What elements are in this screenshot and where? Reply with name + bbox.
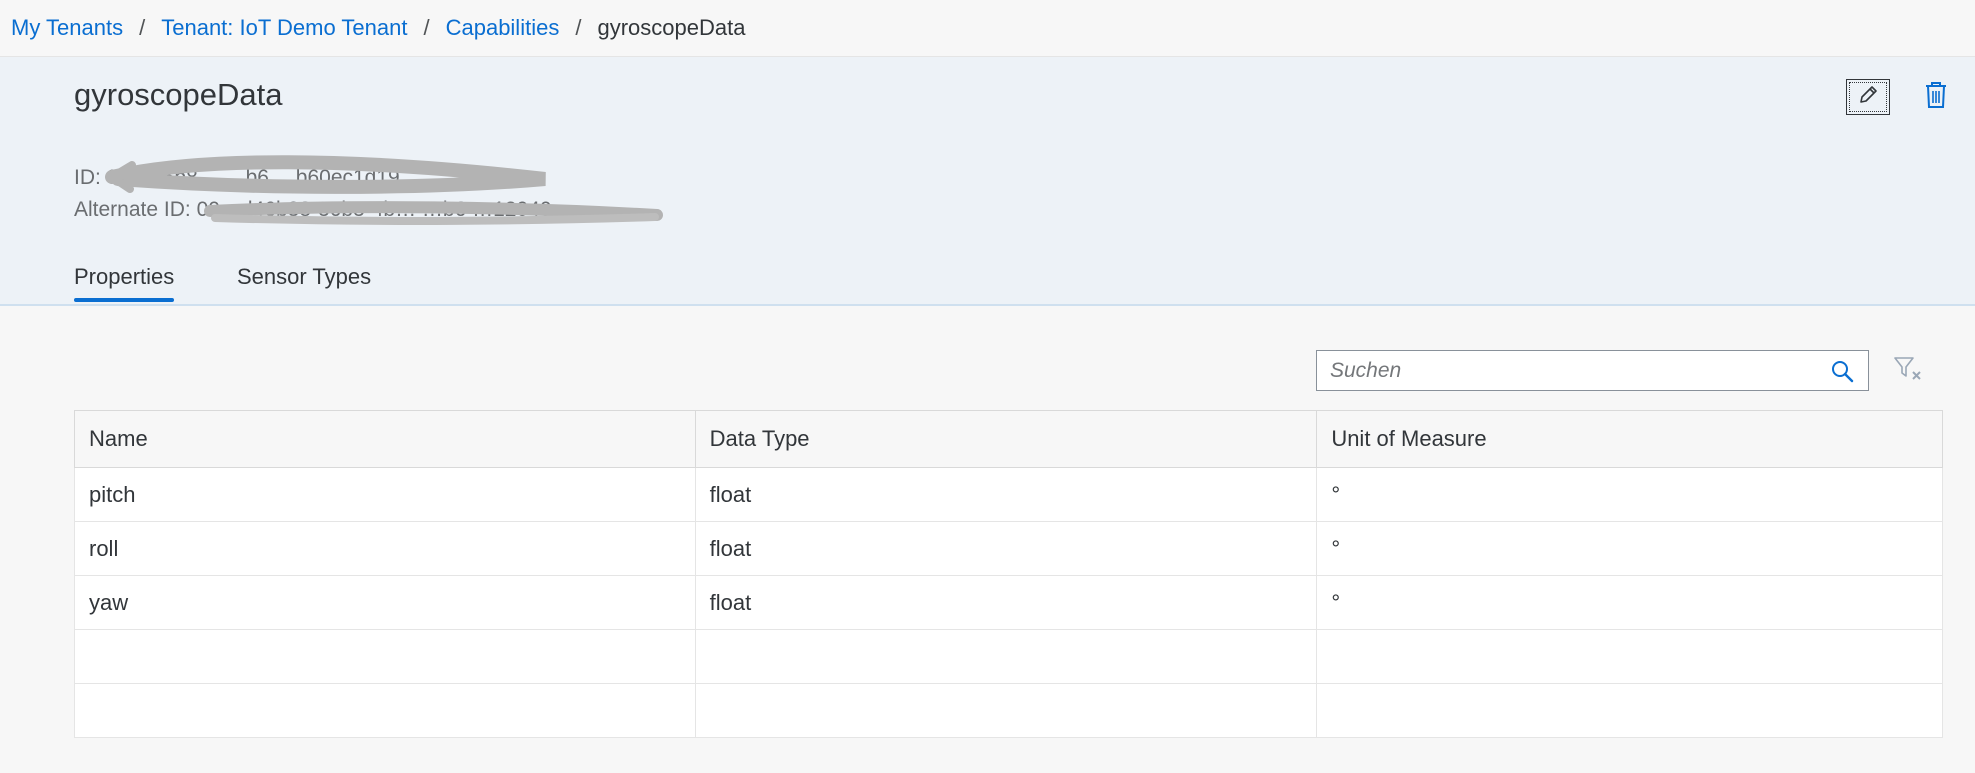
column-header-unit-of-measure[interactable]: Unit of Measure	[1316, 410, 1943, 468]
empty-cell	[1316, 683, 1943, 738]
cell-unit: °	[1316, 521, 1943, 576]
object-header: gyroscopeData ID: 0…d46b8… …b6 …b60ec1d1…	[0, 57, 1975, 306]
breadcrumb-my-tenants[interactable]: My Tenants	[11, 15, 123, 41]
breadcrumb-current: gyroscopeData	[597, 15, 746, 40]
empty-cell	[694, 629, 1318, 684]
empty-cell	[1316, 629, 1943, 684]
cell-name: pitch	[74, 467, 696, 522]
table-row[interactable]: yaw float °	[74, 575, 1943, 630]
breadcrumb-capabilities[interactable]: Capabilities	[446, 15, 560, 41]
id-field: ID: 0…d46b8… …b6 …b60ec1d19…	[74, 166, 421, 190]
table-row[interactable]: roll float °	[74, 521, 1943, 576]
cell-unit: °	[1316, 467, 1943, 522]
empty-cell	[74, 629, 696, 684]
cell-unit: °	[1316, 575, 1943, 630]
table-row[interactable]: pitch float °	[74, 467, 1943, 522]
id-value: 0…d46b8… …b6 …b60ec1d19…	[106, 166, 421, 189]
page-title: gyroscopeData	[74, 77, 283, 112]
empty-table-row	[74, 683, 1943, 738]
empty-table-row	[74, 629, 1943, 684]
clear-filter-icon	[1893, 355, 1923, 388]
cell-name: roll	[74, 521, 696, 576]
empty-cell	[694, 683, 1318, 738]
empty-cell	[74, 683, 696, 738]
column-header-name[interactable]: Name	[74, 410, 696, 468]
breadcrumb-separator: /	[423, 15, 430, 40]
breadcrumb-separator: /	[139, 15, 146, 40]
cell-data-type: float	[694, 521, 1318, 576]
alternate-id-value: 00…d46b38-36b3-4b… …b6 …12040	[196, 198, 552, 221]
search-icon[interactable]	[1822, 351, 1862, 391]
alternate-id-label: Alternate ID:	[74, 198, 191, 221]
trash-icon	[1924, 81, 1948, 114]
cell-data-type: float	[694, 575, 1318, 630]
pencil-icon	[1857, 84, 1879, 111]
edit-button[interactable]	[1846, 79, 1890, 115]
breadcrumb: My Tenants / Tenant: IoT Demo Tenant / C…	[0, 0, 1975, 57]
breadcrumb-separator: /	[575, 15, 582, 40]
properties-table: Name Data Type Unit of Measure pitch flo…	[74, 410, 1943, 738]
column-header-data-type[interactable]: Data Type	[694, 410, 1318, 468]
table-header-row: Name Data Type Unit of Measure	[74, 410, 1943, 468]
tab-sensor-types[interactable]: Sensor Types	[237, 264, 371, 290]
tab-properties[interactable]: Properties	[74, 264, 175, 302]
delete-button[interactable]	[1918, 79, 1954, 115]
alternate-id-field: Alternate ID: 00…d46b38-36b3-4b… …b6 …12…	[74, 198, 552, 222]
search-field[interactable]	[1316, 350, 1869, 391]
breadcrumb-tenant[interactable]: Tenant: IoT Demo Tenant	[161, 15, 407, 41]
clear-filter-button[interactable]	[1891, 354, 1925, 388]
cell-data-type: float	[694, 467, 1318, 522]
search-input[interactable]	[1317, 357, 1822, 384]
id-label: ID:	[74, 166, 101, 189]
cell-name: yaw	[74, 575, 696, 630]
